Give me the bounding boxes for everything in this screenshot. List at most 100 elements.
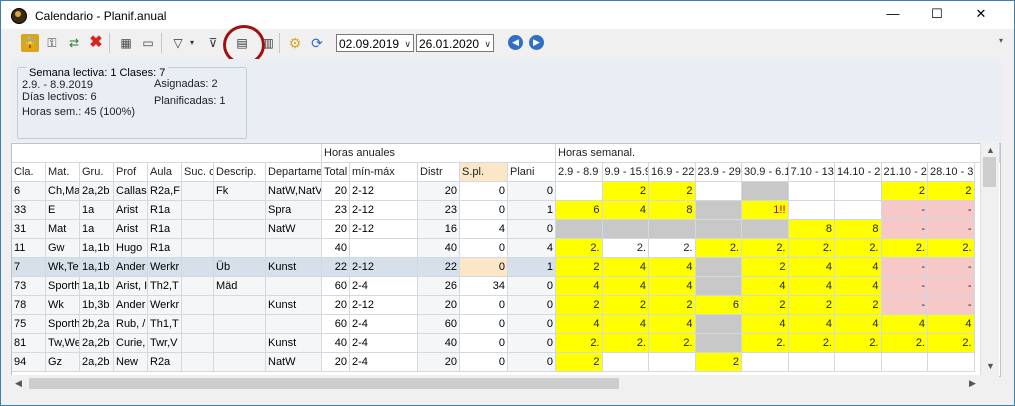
card-icon[interactable]: ▭ [139, 34, 157, 52]
week-hours-cell[interactable]: 4 [602, 277, 649, 296]
grid-cell[interactable]: Kunst [266, 334, 322, 353]
week-hours-cell[interactable] [788, 353, 835, 372]
grid-cell[interactable] [182, 334, 214, 353]
week-hours-cell[interactable]: - [928, 201, 975, 220]
grid-cell[interactable]: 0 [508, 277, 556, 296]
week-hours-cell[interactable]: 4 [788, 315, 835, 334]
grid-cell[interactable]: 60 [322, 277, 350, 296]
grid-cell[interactable]: 7 [12, 258, 46, 277]
week-hours-cell[interactable]: 2. [742, 239, 789, 258]
grid-cell[interactable]: Üb [214, 258, 266, 277]
grid-cell[interactable]: Ander [114, 296, 148, 315]
grid-cell[interactable]: Th2,T [148, 277, 182, 296]
grid-cell[interactable]: 60 [418, 315, 460, 334]
week-hours-cell[interactable]: - [881, 220, 928, 239]
grid-cell[interactable]: Arist [114, 220, 148, 239]
grid-cell[interactable]: 20 [322, 220, 350, 239]
grid-cell[interactable]: 33 [12, 201, 46, 220]
week-hours-cell[interactable] [788, 182, 835, 201]
week-column-header[interactable]: 30.9 - 6.1 [742, 163, 789, 182]
grid-cell[interactable]: 20 [322, 182, 350, 201]
week-hours-cell[interactable] [695, 315, 742, 334]
week-hours-cell[interactable]: 2. [602, 334, 649, 353]
week-hours-cell[interactable]: 2. [788, 334, 835, 353]
grid-cell[interactable]: Hugo [114, 239, 148, 258]
week-hours-cell[interactable]: 2. [649, 239, 696, 258]
grid-cell[interactable]: 2a,2b [80, 334, 114, 353]
week-hours-cell[interactable]: 4 [602, 258, 649, 277]
filter-dropdown-icon[interactable]: ▾ [187, 34, 197, 52]
grid-cell[interactable]: 94 [12, 353, 46, 372]
grid-cell[interactable]: 40 [322, 334, 350, 353]
grid-cell[interactable]: 2-12 [350, 182, 418, 201]
grid-cell[interactable]: 2-4 [350, 334, 418, 353]
grid-cell[interactable]: 0 [508, 182, 556, 201]
grid-cell[interactable] [182, 201, 214, 220]
week-hours-cell[interactable] [695, 201, 742, 220]
grid-cell[interactable] [182, 239, 214, 258]
grid-cell[interactable]: 2-12 [350, 296, 418, 315]
week-hours-cell[interactable] [742, 353, 789, 372]
column-header[interactable]: Mat. [46, 163, 80, 182]
week-hours-cell[interactable] [695, 334, 742, 353]
week-hours-cell[interactable]: 2 [788, 296, 835, 315]
grid-cell[interactable]: 81 [12, 334, 46, 353]
grid-cell[interactable]: Callas [114, 182, 148, 201]
grid-cell[interactable]: Wk [46, 296, 80, 315]
scroll-down-icon[interactable]: ▼ [986, 361, 995, 371]
grid-cell[interactable] [266, 239, 322, 258]
week-hours-cell[interactable]: 2. [835, 239, 882, 258]
week-hours-cell[interactable]: 4 [835, 315, 882, 334]
grid-cell[interactable]: 16 [418, 220, 460, 239]
week-hours-cell[interactable] [835, 201, 882, 220]
grid-cell[interactable]: 6 [12, 182, 46, 201]
week-hours-cell[interactable] [556, 182, 603, 201]
week-hours-cell[interactable]: 2 [835, 296, 882, 315]
grid-cell[interactable]: 0 [460, 258, 508, 277]
week-hours-cell[interactable]: 4 [835, 277, 882, 296]
week-hours-cell[interactable]: - [881, 296, 928, 315]
week-column-header[interactable]: 16.9 - 22 [649, 163, 696, 182]
maximize-button[interactable]: ☐ [915, 1, 959, 27]
grid-cell[interactable]: Werkr [148, 296, 182, 315]
week-hours-cell[interactable]: 2 [695, 353, 742, 372]
week-hours-cell[interactable]: 2 [602, 182, 649, 201]
vertical-scrollbar[interactable]: ▲ ▼ [980, 143, 999, 375]
week-hours-cell[interactable]: 2 [556, 296, 603, 315]
week-hours-cell[interactable]: 2. [881, 239, 928, 258]
week-hours-cell[interactable]: 2 [649, 296, 696, 315]
week-hours-cell[interactable] [788, 201, 835, 220]
grid-cell[interactable]: R1a [148, 220, 182, 239]
chevron-down-icon[interactable]: ∨ [484, 35, 491, 53]
week-column-header[interactable]: 9.9 - 15.9 [602, 163, 649, 182]
grid-cell[interactable]: 2-4 [350, 315, 418, 334]
grid-cell[interactable] [214, 296, 266, 315]
week-hours-cell[interactable] [556, 220, 603, 239]
grid-cell[interactable]: 2b,2a [80, 315, 114, 334]
grid-cell[interactable] [182, 315, 214, 334]
grid-cell[interactable]: 0 [508, 220, 556, 239]
grid-cell[interactable]: Curie, [114, 334, 148, 353]
grid-cell[interactable]: 1a [80, 201, 114, 220]
grid-cell[interactable]: 34 [460, 277, 508, 296]
week-hours-cell[interactable]: 2 [649, 182, 696, 201]
grid-cell[interactable]: Gz [46, 353, 80, 372]
grid-cell[interactable]: R2a,F [148, 182, 182, 201]
date-to-field[interactable]: 26.01.2020 ∨ [416, 34, 494, 52]
grid-cell[interactable]: 20 [418, 353, 460, 372]
week-hours-cell[interactable] [695, 258, 742, 277]
week-hours-cell[interactable]: - [881, 277, 928, 296]
week-column-header[interactable]: 23.9 - 29 [695, 163, 742, 182]
grid-cell[interactable] [182, 220, 214, 239]
week-hours-cell[interactable]: 1!! [742, 201, 789, 220]
week-hours-cell[interactable]: 2. [928, 239, 975, 258]
grid-cell[interactable]: Wk,Te [46, 258, 80, 277]
previous-week-icon[interactable]: ◀ [508, 35, 523, 50]
week-hours-cell[interactable]: - [928, 258, 975, 277]
week-hours-cell[interactable]: 4 [649, 277, 696, 296]
week-hours-cell[interactable] [695, 182, 742, 201]
week-hours-cell[interactable]: 2. [649, 334, 696, 353]
week-column-header[interactable]: 7.10 - 13 [788, 163, 835, 182]
week-hours-cell[interactable]: - [928, 296, 975, 315]
grid-cell[interactable]: New [114, 353, 148, 372]
